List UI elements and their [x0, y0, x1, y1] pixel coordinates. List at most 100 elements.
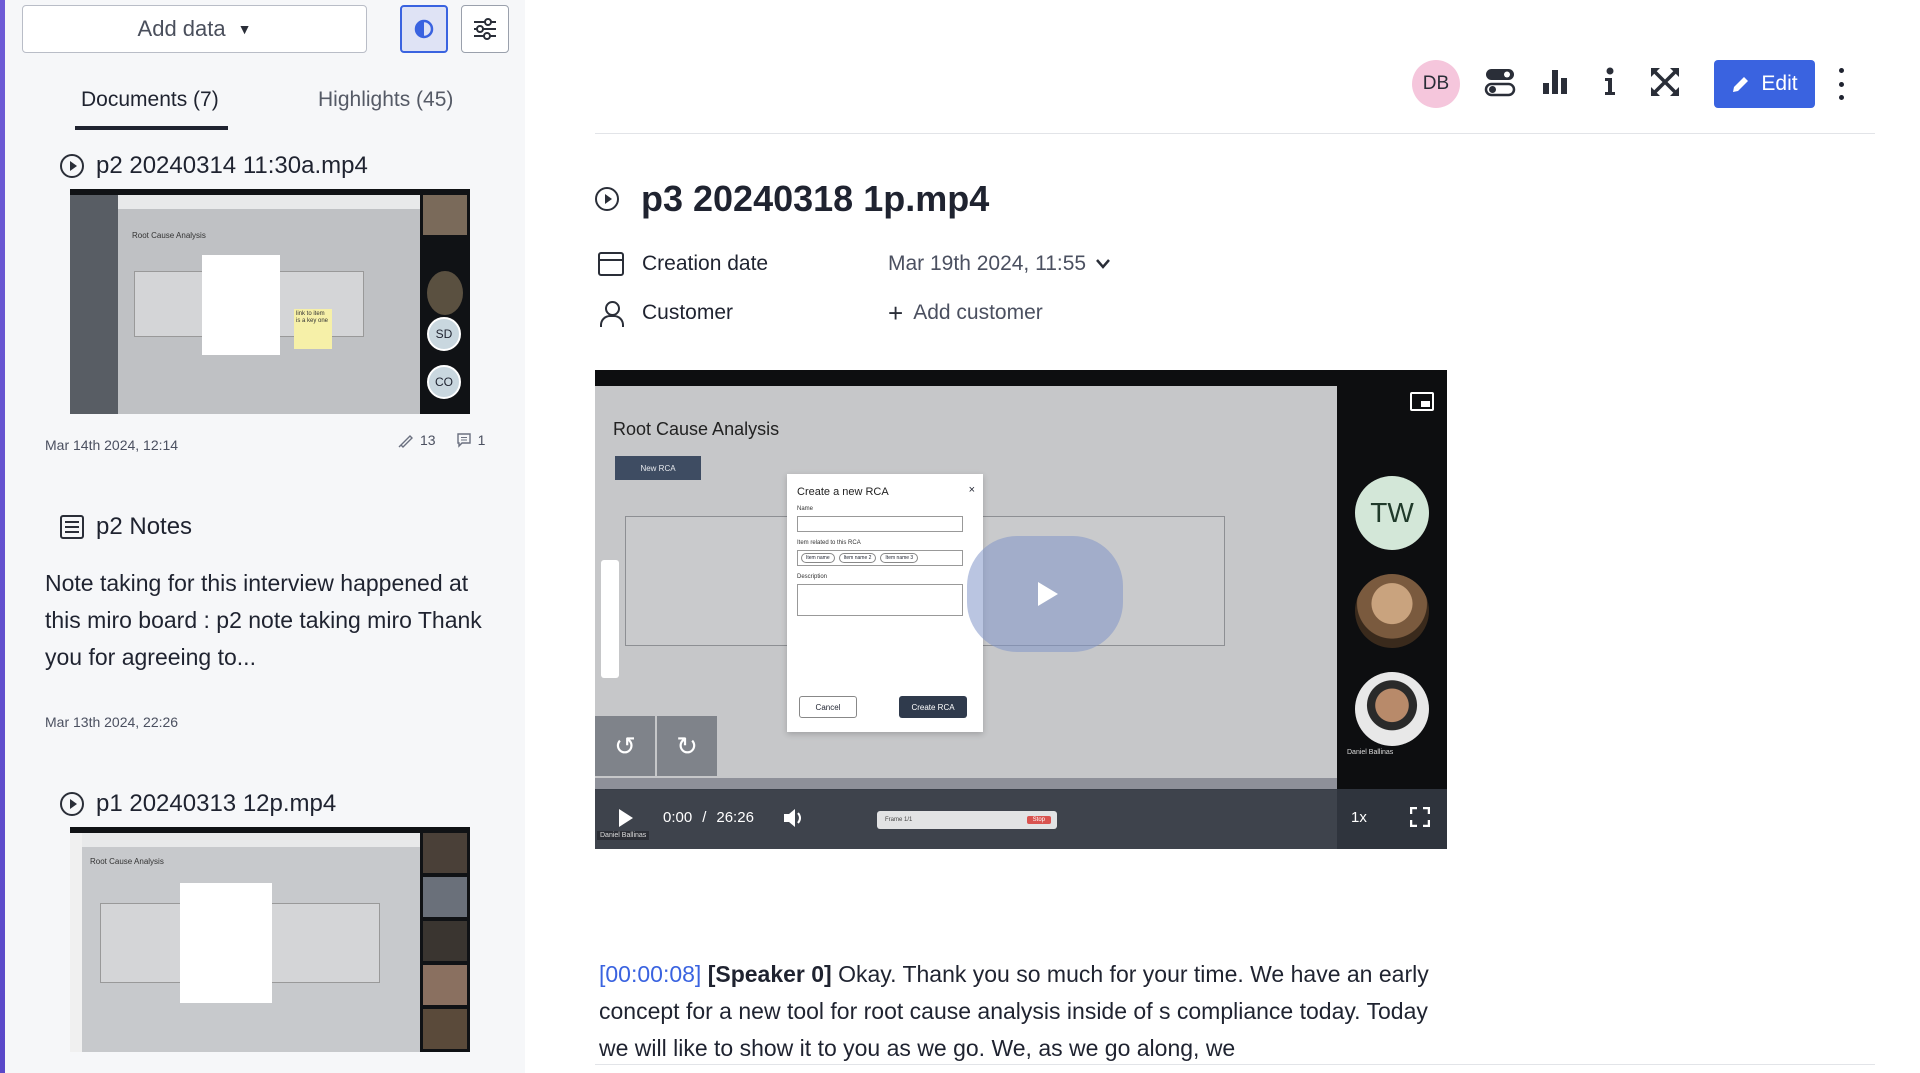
playback-speed-button[interactable]: 1x	[1351, 809, 1367, 826]
participant-camera	[1355, 574, 1429, 648]
document-title-p1-video[interactable]: p1 20240313 12p.mp4	[60, 790, 336, 818]
video-frame-toolbar: Frame 1/1 Stop	[877, 811, 1057, 829]
add-customer-label: Add customer	[913, 301, 1043, 324]
participant-avatar: TW	[1355, 476, 1429, 550]
pencil-icon	[1733, 77, 1749, 92]
thumbnail-sidebar	[70, 195, 118, 414]
thumbnail-screen-share: Root Cause Analysis	[70, 833, 420, 1052]
thumbnail-camera-tile	[423, 877, 467, 917]
video-miro-toolbar	[601, 560, 619, 678]
document-header: p3 20240318 1p.mp4	[595, 178, 989, 220]
frame-stop: Stop	[1026, 816, 1051, 824]
modal-items-select: Item name Item name 2 Item name 3	[797, 550, 963, 566]
sliders-icon	[474, 18, 496, 40]
video-file-icon	[595, 187, 619, 211]
modal-cancel-button: Cancel	[799, 696, 857, 718]
big-play-button[interactable]	[967, 536, 1123, 652]
document-title-p2-notes[interactable]: p2 Notes	[60, 513, 192, 541]
toggle-icon	[1484, 69, 1516, 97]
property-label: Creation date	[598, 252, 888, 276]
modal-items-label: Item related to this RCA	[797, 540, 861, 546]
person-icon	[598, 300, 624, 327]
thumbnail-modal	[202, 255, 280, 355]
fullscreen-icon[interactable]	[1410, 807, 1430, 827]
fullscreen-button[interactable]	[1647, 64, 1683, 100]
document-title-text: p2 20240314 11:30a.mp4	[96, 152, 368, 179]
thumbnail-avatar: CO	[427, 365, 461, 399]
thumbnail-camera-tile	[423, 1009, 467, 1049]
creation-date-dropdown[interactable]: Mar 19th 2024, 11:55	[888, 252, 1111, 276]
modal-chip: Item name	[801, 553, 835, 563]
picture-in-picture-icon[interactable]	[1410, 392, 1434, 411]
thumbnail-sticky-note: link to item is a key one	[294, 309, 332, 349]
frame-label: Frame 1/1	[885, 817, 913, 823]
comments-count: 1	[456, 432, 486, 448]
thumbnail-camera-tile	[423, 833, 467, 873]
rewind-button[interactable]: ↺	[595, 716, 655, 776]
bar-chart-icon	[1543, 70, 1567, 94]
participant-camera	[1355, 672, 1429, 746]
video-player[interactable]: Root Cause Analysis New RCA Create a new…	[595, 370, 1447, 849]
document-title-p2-video[interactable]: p2 20240314 11:30a.mp4	[60, 152, 368, 180]
theme-toggle-button[interactable]	[400, 5, 448, 53]
volume-icon[interactable]	[781, 805, 807, 831]
thumbnail-heading: Root Cause Analysis	[132, 231, 206, 240]
highlights-count-value: 13	[420, 432, 436, 448]
thumbnail-modal	[180, 883, 272, 1003]
video-create-rca-modal: Create a new RCA × Name Item related to …	[787, 474, 983, 732]
video-time: 0:00 / 26:26	[663, 809, 754, 826]
modal-chip: Item name 2	[838, 553, 877, 563]
document-thumbnail[interactable]: Root Cause Analysis	[70, 827, 470, 1052]
user-avatar[interactable]: DB	[1412, 60, 1460, 108]
forward-button[interactable]: ↻	[657, 716, 717, 776]
document-thumbnail[interactable]: Root Cause Analysis link to item is a ke…	[70, 189, 470, 414]
document-title-text: p1 20240313 12p.mp4	[96, 790, 337, 817]
modal-description-label: Description	[797, 574, 828, 580]
creation-date-value: Mar 19th 2024, 11:55	[888, 252, 1087, 275]
calendar-icon	[598, 252, 624, 276]
page-title: p3 20240318 1p.mp4	[641, 178, 990, 219]
comments-count-value: 1	[477, 432, 486, 448]
documents-sidebar: Add data ▼ Documents (7) Highlights (45)…	[5, 0, 525, 1073]
thumbnail-screen-share: Root Cause Analysis link to item is a ke…	[70, 195, 420, 414]
more-options-icon[interactable]	[1836, 68, 1846, 100]
transcript-paragraph: [00:00:08] [Speaker 0] Okay. Thank you s…	[599, 956, 1429, 1067]
thumbnail-camera-tile	[423, 921, 467, 961]
thumbnail-camera-tile	[423, 965, 467, 1005]
thumbnail-participant-photo	[427, 271, 463, 315]
comment-icon	[456, 433, 471, 448]
modal-chip: Item name 3	[880, 553, 919, 563]
tab-documents[interactable]: Documents (7)	[81, 88, 219, 112]
modal-title: Create a new RCA	[797, 486, 889, 498]
play-icon[interactable]	[619, 809, 633, 827]
property-label-text: Customer	[642, 301, 734, 324]
transcript-timestamp[interactable]: [00:00:08]	[599, 961, 701, 987]
analytics-button[interactable]	[1537, 64, 1573, 100]
note-preview: Note taking for this interview happened …	[45, 570, 482, 670]
filter-settings-button[interactable]	[461, 5, 509, 53]
add-customer-button[interactable]: + Add customer	[888, 298, 1043, 328]
chevron-down-icon: ▼	[237, 21, 252, 37]
video-file-icon	[60, 154, 84, 178]
active-tab-indicator	[75, 126, 228, 130]
time-separator: /	[702, 809, 707, 826]
note-file-icon	[60, 515, 84, 539]
property-label: Customer	[598, 300, 888, 327]
document-date: Mar 14th 2024, 12:14	[45, 437, 179, 453]
info-button[interactable]	[1592, 64, 1628, 100]
highlighter-icon	[398, 435, 413, 448]
document-title-text: p2 Notes	[96, 513, 193, 540]
tab-highlights[interactable]: Highlights (45)	[318, 88, 453, 112]
thumbnail-heading: Root Cause Analysis	[90, 857, 164, 866]
bottom-divider	[595, 1064, 1875, 1065]
video-file-icon	[60, 792, 84, 816]
chevron-down-icon	[1096, 259, 1111, 269]
add-data-button[interactable]: Add data ▼	[22, 5, 367, 53]
header-divider	[595, 133, 1875, 134]
modal-name-input	[797, 516, 963, 532]
edit-button[interactable]: Edit	[1714, 60, 1815, 108]
close-icon: ×	[968, 484, 975, 496]
plus-icon: +	[888, 298, 904, 328]
modal-create-button: Create RCA	[899, 696, 967, 718]
toggle-view-button[interactable]	[1482, 64, 1518, 100]
